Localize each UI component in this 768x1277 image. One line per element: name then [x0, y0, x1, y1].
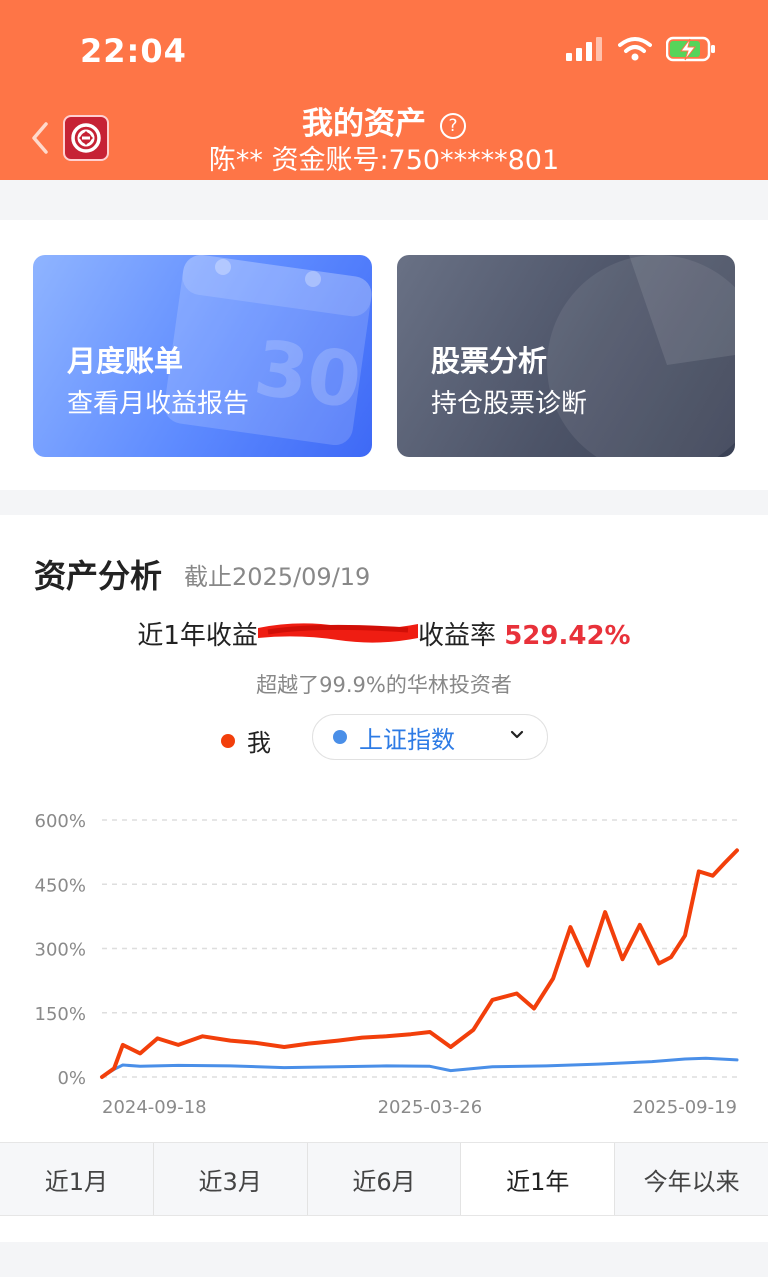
tab-6m[interactable]: 近6月	[308, 1143, 462, 1215]
redacted-amount	[257, 618, 418, 644]
redaction-scribble	[257, 623, 418, 643]
wifi-icon	[618, 37, 652, 61]
card-desc: 持仓股票诊断	[431, 389, 588, 419]
page-title: 我的资产?	[0, 98, 768, 143]
app-header: 22:04 我的资产? 陈** 资金账号:750*****801	[0, 0, 768, 180]
card-desc: 查看月收益报告	[67, 389, 250, 419]
tab-ytd[interactable]: 今年以来	[615, 1143, 768, 1215]
asset-line-chart: 600% 450% 300% 150% 0% 2024-09-18 2025-03-26 20…	[35, 811, 739, 1118]
pie-chart-icon	[547, 255, 735, 457]
y-tick-label: 300%	[35, 940, 86, 961]
monthly-bill-card[interactable]: 30 月度账单 查看月收益报告	[33, 255, 372, 457]
rate-label: 收益率	[417, 621, 496, 651]
section-title: 资产分析	[34, 557, 163, 595]
asset-analysis-section: 资产分析 截止2025/09/19 近1年收益 收益率 529.42% 超越了99…	[0, 515, 768, 1242]
page-title-text: 我的资产	[302, 106, 426, 142]
beat-text: 超越了99.9%的华林投资者	[256, 673, 512, 697]
legend-dot-index	[333, 730, 347, 744]
status-time: 22:04	[80, 32, 187, 70]
x-tick-label: 2025-09-19	[632, 1097, 737, 1118]
legend-me-label: 我	[247, 729, 271, 757]
tab-3m[interactable]: 近3月	[154, 1143, 308, 1215]
tab-1m[interactable]: 近1月	[0, 1143, 154, 1215]
account-info: 陈** 资金账号:750*****801	[208, 145, 560, 176]
series-line-me	[100, 848, 739, 1079]
help-icon[interactable]: ?	[440, 112, 466, 139]
bottom-strip	[0, 1242, 768, 1277]
signal-icon	[566, 37, 602, 61]
index-dropdown[interactable]: 上证指数	[312, 714, 548, 760]
cards-section: 30 月度账单 查看月收益报告 股票分析 持仓股票诊断	[0, 220, 768, 490]
series-line-index	[100, 1056, 739, 1079]
as-of-date: 截止2025/09/19	[184, 563, 371, 591]
x-tick-label: 2024-09-18	[102, 1097, 207, 1118]
period-tabs: 近1月 近3月 近6月 近1年 今年以来	[0, 1142, 768, 1216]
y-tick-label: 150%	[35, 1004, 86, 1025]
battery-charging-icon	[666, 36, 715, 62]
y-tick-label: 0%	[57, 1068, 86, 1089]
yield-label: 近1年收益	[137, 621, 258, 651]
card-title: 月度账单	[67, 344, 184, 378]
x-tick-label: 2025-03-26	[378, 1097, 483, 1118]
y-tick-label: 600%	[35, 811, 86, 832]
chevron-down-icon	[509, 726, 525, 747]
svg-text:30: 30	[249, 323, 366, 426]
yield-summary: 近1年收益 收益率 529.42%	[0, 615, 768, 652]
tab-1y[interactable]: 近1年	[461, 1143, 616, 1215]
legend-me: 我	[221, 723, 271, 758]
y-tick-label: 450%	[35, 875, 86, 896]
status-icons	[566, 36, 716, 62]
card-title: 股票分析	[431, 344, 548, 378]
stock-analysis-card[interactable]: 股票分析 持仓股票诊断	[397, 255, 735, 457]
rate-value: 529.42%	[504, 621, 631, 651]
legend-dot-me	[221, 733, 235, 748]
index-dropdown-label: 上证指数	[359, 725, 455, 754]
